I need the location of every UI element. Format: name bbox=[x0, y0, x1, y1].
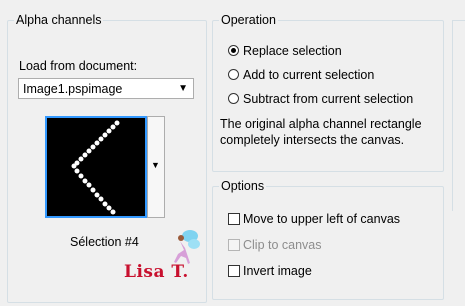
move-upper-left-label[interactable]: Move to upper left of canvas bbox=[243, 211, 400, 227]
right-edge-panel bbox=[452, 20, 465, 211]
alpha-channels-title: Alpha channels bbox=[14, 12, 104, 28]
add-to-selection-radio[interactable] bbox=[228, 69, 239, 80]
operation-title: Operation bbox=[219, 12, 278, 28]
document-select[interactable]: Image1.pspimage ▼ bbox=[18, 78, 194, 99]
preview-dropdown-button[interactable]: ▼ bbox=[147, 116, 165, 218]
alpha-channel-preview[interactable] bbox=[45, 116, 147, 218]
selection-preview-image bbox=[71, 120, 120, 215]
chevron-down-icon: ▼ bbox=[178, 83, 188, 94]
replace-selection-radio[interactable] bbox=[228, 45, 239, 56]
document-select-value: Image1.pspimage bbox=[23, 82, 123, 96]
clip-to-canvas-label[interactable]: Clip to canvas bbox=[243, 237, 322, 253]
watermark-text: Lisa T. bbox=[124, 262, 189, 282]
options-title: Options bbox=[219, 178, 267, 194]
replace-selection-label[interactable]: Replace selection bbox=[243, 43, 342, 59]
subtract-from-selection-radio[interactable] bbox=[228, 93, 239, 104]
add-to-selection-label[interactable]: Add to current selection bbox=[243, 67, 374, 83]
invert-image-checkbox[interactable] bbox=[228, 265, 240, 277]
clip-to-canvas-checkbox[interactable] bbox=[228, 239, 240, 251]
operation-description: The original alpha channel rectangle com… bbox=[220, 117, 422, 147]
invert-image-label[interactable]: Invert image bbox=[243, 263, 312, 279]
load-from-document-label: Load from document: bbox=[19, 59, 138, 73]
move-upper-left-checkbox[interactable] bbox=[228, 213, 240, 225]
subtract-from-selection-label[interactable]: Subtract from current selection bbox=[243, 91, 413, 107]
caret-down-icon: ▼ bbox=[151, 160, 160, 170]
selection-name-label: Sélection #4 bbox=[70, 235, 139, 249]
